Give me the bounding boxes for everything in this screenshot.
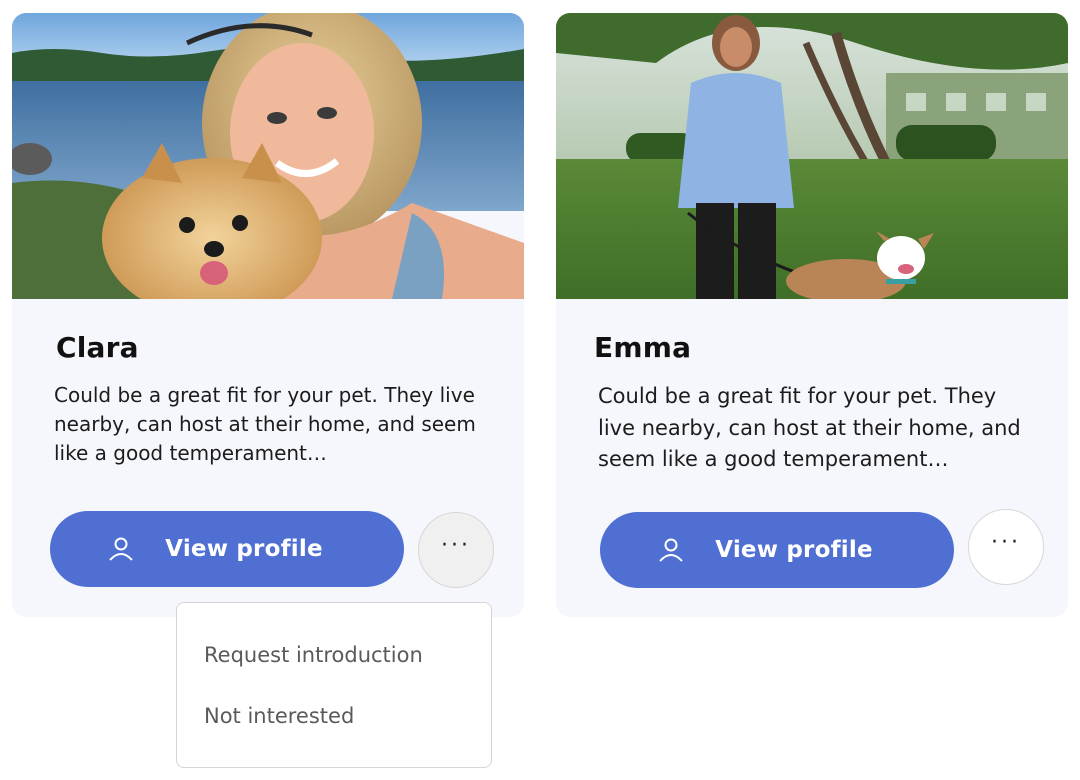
menu-item-not-interested[interactable]: Not interested — [204, 704, 354, 728]
more-horizontal-icon: ··· — [991, 530, 1021, 555]
profile-card-emma: Emma Could be a great fit for your pet. … — [556, 13, 1068, 617]
profile-description: Could be a great fit for your pet. They … — [598, 384, 1021, 471]
profile-name: Emma — [594, 331, 692, 364]
profile-photo-image — [12, 13, 524, 299]
profile-photo — [556, 13, 1068, 299]
profile-photo-image — [556, 13, 1068, 299]
user-icon — [657, 536, 685, 564]
profile-description: Could be a great fit for your pet. They … — [54, 383, 476, 465]
more-horizontal-icon: ··· — [441, 533, 471, 558]
menu-item-request-introduction[interactable]: Request introduction — [204, 643, 423, 667]
profile-name: Clara — [56, 331, 139, 364]
profile-card-clara: Clara Could be a great fit for your pet.… — [12, 13, 524, 617]
view-profile-label: View profile — [165, 536, 323, 562]
view-profile-label: View profile — [715, 537, 873, 563]
view-profile-button[interactable]: View profile — [50, 511, 404, 587]
profile-photo — [12, 13, 524, 299]
more-options-menu: Request introduction Not interested — [176, 602, 492, 768]
user-icon — [107, 535, 135, 563]
more-options-button[interactable]: ··· — [968, 509, 1044, 585]
view-profile-button[interactable]: View profile — [600, 512, 954, 588]
more-options-button[interactable]: ··· — [418, 512, 494, 588]
match-cards-page: Clara Could be a great fit for your pet.… — [0, 0, 1080, 780]
